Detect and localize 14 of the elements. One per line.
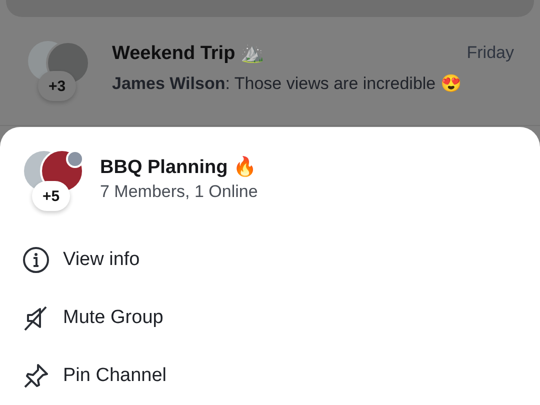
chat-row[interactable]: +3 Weekend Trip ⛰ Friday James Wilson: Those views are incredible 😍 xyxy=(0,17,540,126)
status-dot xyxy=(66,150,84,168)
group-name: BBQ Planning 🔥 xyxy=(100,155,258,179)
member-status: 7 Members, 1 Online xyxy=(100,182,258,202)
chat-time: Friday xyxy=(466,43,514,63)
menu-item[interactable]: View info xyxy=(22,231,540,289)
pin-icon xyxy=(22,362,50,390)
last-message: James Wilson: Those views are incredible 😍 xyxy=(112,73,462,94)
info-icon xyxy=(22,246,50,274)
member-count-badge: +3 xyxy=(38,71,76,101)
menu-item[interactable]: Pin Channel xyxy=(22,347,540,405)
menu-item[interactable]: Mute Group xyxy=(22,289,540,347)
member-count-badge: +5 xyxy=(32,181,70,211)
chat-title: Weekend Trip ⛰ xyxy=(112,42,264,65)
